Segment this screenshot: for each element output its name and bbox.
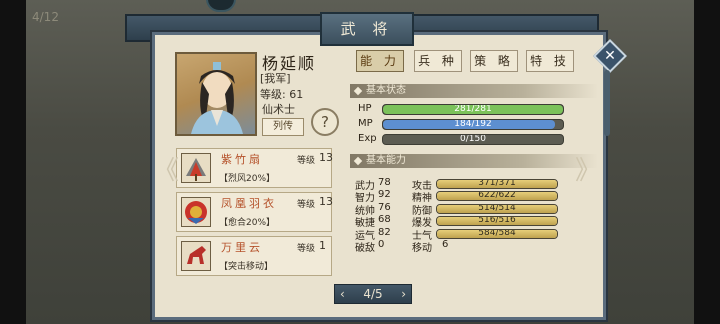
right-letterbox bbox=[694, 0, 720, 324]
equip-skill: 【突击移动】 bbox=[219, 262, 274, 272]
prev-general-arrow-icon[interactable]: 《 bbox=[153, 150, 179, 187]
ability-section-header: 基本能力 bbox=[350, 154, 598, 168]
combat-attr-value: 6 bbox=[442, 239, 449, 250]
pager-next-button[interactable]: › bbox=[401, 285, 406, 303]
hp-bar: 281/281 bbox=[382, 104, 564, 115]
fan-icon bbox=[181, 153, 211, 183]
exp-value: 0/150 bbox=[460, 134, 486, 144]
hp-value: 281/281 bbox=[454, 104, 492, 114]
combat-attr-value: 622/622 bbox=[478, 191, 516, 201]
base-attr-value: 76 bbox=[378, 201, 391, 213]
mp-bar: 184/192 bbox=[382, 119, 564, 130]
biography-button[interactable]: 列传 bbox=[262, 118, 304, 136]
equip-name: 凤凰羽衣 bbox=[221, 197, 277, 210]
hero-level: 等级: 61 bbox=[260, 86, 303, 102]
next-general-arrow-icon[interactable]: 》 bbox=[575, 150, 601, 187]
tab-ability[interactable]: 能 力 bbox=[356, 50, 404, 72]
equip-name: 紫竹扇 bbox=[221, 153, 263, 166]
feather-robe-icon bbox=[181, 197, 211, 227]
combat-attr-bar: 622/622 bbox=[436, 191, 558, 202]
base-attr-value: 82 bbox=[378, 226, 391, 238]
left-letterbox bbox=[0, 0, 26, 324]
base-attr-value: 92 bbox=[378, 189, 391, 201]
hp-label: HP bbox=[358, 103, 372, 114]
exp-bar: 0/150 bbox=[382, 134, 564, 145]
equip-level: 1 bbox=[319, 239, 326, 252]
combat-attr-label: 移动 bbox=[412, 243, 432, 254]
equip-slot-weapon[interactable]: 紫竹扇 等级 13 【烈风20%】 bbox=[176, 148, 333, 188]
combat-attr-value: 371/371 bbox=[478, 179, 516, 188]
hero-class: 仙术士 bbox=[262, 103, 295, 116]
hero-level-value: 61 bbox=[289, 88, 304, 101]
combat-attr-bar: 514/514 bbox=[436, 203, 558, 214]
combat-attr-bar: 584/584 bbox=[436, 228, 558, 239]
ability-section-title: 基本能力 bbox=[366, 155, 406, 166]
base-attr-value: 68 bbox=[378, 214, 391, 226]
combat-attr-bar: 516/516 bbox=[436, 216, 558, 227]
mp-value: 184/192 bbox=[454, 119, 492, 129]
combat-attr-value: 514/514 bbox=[478, 203, 516, 213]
pager-text: 4/5 bbox=[363, 287, 383, 301]
close-icon: ✕ bbox=[604, 48, 616, 64]
tab-troops[interactable]: 兵 种 bbox=[414, 50, 462, 72]
page-indicator: 4/12 bbox=[32, 10, 59, 24]
equip-name: 万里云 bbox=[221, 241, 263, 254]
help-button[interactable]: ? bbox=[311, 108, 339, 136]
mp-label: MP bbox=[358, 118, 373, 129]
combat-attr-bar: 371/371 bbox=[436, 179, 558, 189]
combat-attr-value: 584/584 bbox=[478, 228, 516, 238]
equip-level: 13 bbox=[319, 195, 333, 208]
exp-label: Exp bbox=[358, 133, 377, 144]
status-section-title: 基本状态 bbox=[366, 85, 406, 96]
equip-skill: 【愈合20%】 bbox=[219, 218, 276, 228]
base-attr-value: 0 bbox=[378, 239, 385, 250]
status-section-header: 基本状态 bbox=[350, 84, 598, 98]
hero-portrait bbox=[175, 52, 257, 136]
section-diamond-icon bbox=[353, 156, 363, 166]
hero-faction: [我军] bbox=[260, 72, 291, 85]
equip-level-label: 等级 bbox=[297, 244, 316, 254]
equip-slot-mount[interactable]: 万里云 等级 1 【突击移动】 bbox=[176, 236, 332, 276]
tab-strategy[interactable]: 策 略 bbox=[470, 50, 518, 72]
combat-attr-value: 516/516 bbox=[478, 216, 516, 226]
base-attr-label: 破敌 bbox=[355, 243, 375, 254]
hero-level-label: 等级: bbox=[260, 88, 286, 101]
equip-level: 13 bbox=[319, 151, 333, 164]
base-attr-value: 78 bbox=[378, 177, 391, 188]
equip-level-label: 等级 bbox=[297, 156, 316, 166]
side-rod-ornament bbox=[604, 70, 610, 136]
section-diamond-icon bbox=[353, 86, 363, 96]
pager-prev-button[interactable]: ‹ bbox=[340, 285, 345, 303]
window-title: 武 将 bbox=[320, 12, 414, 46]
pager: ‹ 4/5 › bbox=[334, 284, 412, 304]
horse-icon bbox=[181, 241, 211, 271]
equip-skill: 【烈风20%】 bbox=[219, 174, 276, 184]
equip-level-label: 等级 bbox=[297, 200, 316, 210]
tab-special-skills[interactable]: 特 技 bbox=[526, 50, 574, 72]
equip-slot-armor[interactable]: 凤凰羽衣 等级 13 【愈合20%】 bbox=[176, 192, 333, 232]
